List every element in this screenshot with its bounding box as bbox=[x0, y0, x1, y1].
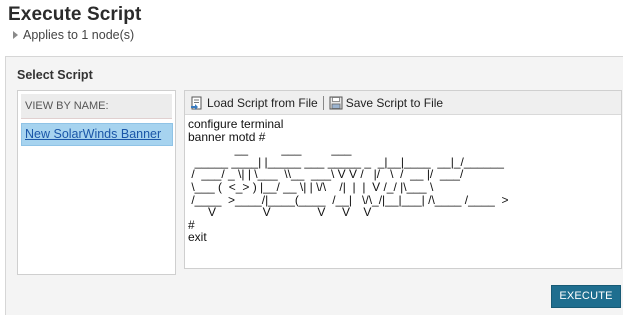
save-script-label: Save Script to File bbox=[345, 95, 444, 110]
load-file-icon bbox=[191, 96, 202, 110]
save-file-icon bbox=[329, 96, 343, 109]
script-list: VIEW BY NAME: New SolarWinds Banner bbox=[17, 90, 176, 275]
load-script-button[interactable]: Load Script from File bbox=[190, 96, 318, 110]
applies-to-toggle[interactable]: Applies to 1 node(s) bbox=[13, 28, 134, 42]
toolbar-divider bbox=[322, 95, 324, 110]
execute-button[interactable]: EXECUTE bbox=[551, 285, 621, 308]
script-content[interactable]: configure terminal banner motd # __ ___ … bbox=[185, 115, 621, 263]
load-script-label: Load Script from File bbox=[207, 95, 318, 110]
page-title: Execute Script bbox=[8, 4, 142, 25]
save-script-button[interactable]: Save Script to File bbox=[329, 96, 443, 110]
editor-toolbar: Load Script from File Save Script to Fil… bbox=[185, 91, 621, 115]
expand-arrow-icon[interactable] bbox=[13, 31, 18, 39]
applies-to-label: Applies to 1 node(s) bbox=[23, 28, 135, 42]
select-script-panel: Select Script VIEW BY NAME: New SolarWin… bbox=[5, 56, 623, 315]
section-title: Select Script bbox=[17, 68, 93, 82]
list-header: VIEW BY NAME: bbox=[21, 94, 172, 119]
list-item[interactable]: New SolarWinds Banner bbox=[21, 123, 173, 146]
script-editor: Load Script from File Save Script to Fil… bbox=[184, 90, 622, 269]
